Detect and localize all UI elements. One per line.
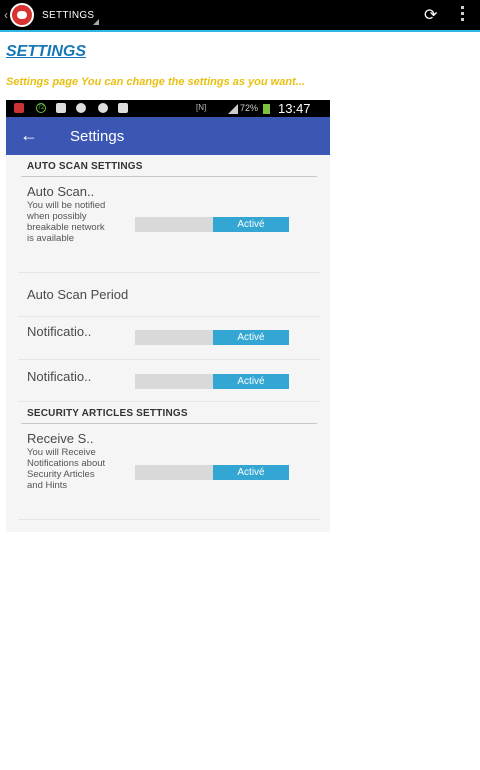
toggle-on-label: Activé (213, 374, 289, 389)
section-header-security-articles: SECURITY ARTICLES SETTINGS (27, 408, 188, 419)
row-divider (18, 401, 320, 402)
app-logo-icon[interactable] (10, 3, 34, 27)
row-divider (18, 272, 320, 273)
counter-icon: 72 (36, 103, 46, 113)
spinner-corner-icon (93, 19, 99, 25)
auto-scan-toggle[interactable]: Activé (135, 217, 289, 232)
battery-percent: 72% (240, 103, 259, 113)
toggle-on-label: Activé (213, 330, 289, 345)
row-divider (18, 359, 320, 360)
nfc-icon: [N] (196, 103, 207, 112)
action-bar: ‹ SETTINGS ⟳ (0, 0, 480, 30)
app-notification-icon (14, 103, 24, 113)
toggle-track-off (135, 330, 213, 345)
notification-toggle-2[interactable]: Activé (135, 374, 289, 389)
toggle-track-off (135, 374, 213, 389)
settings-screenshot: 72 [N] 72% 13:47 ← Settings AUTO SCAN SE… (6, 100, 330, 532)
section-divider (21, 423, 317, 424)
back-arrow-icon[interactable]: ← (20, 125, 38, 146)
toggle-track-off (135, 217, 213, 232)
back-caret-icon[interactable]: ‹ (4, 8, 8, 22)
page-subtitle: Settings page You can change the setting… (6, 76, 305, 88)
pref-label: Notificatio.. (27, 369, 92, 384)
download-icon (118, 103, 128, 113)
row-divider (18, 316, 320, 317)
notification-toggle-1[interactable]: Activé (135, 330, 289, 345)
section-divider (21, 176, 317, 177)
signal-icon (228, 104, 238, 114)
row-divider (18, 519, 320, 520)
settings-toolbar: ← Settings (6, 117, 330, 155)
refresh-icon[interactable]: ⟳ (424, 5, 437, 25)
alert-icon (98, 103, 108, 113)
pref-label: Notificatio.. (27, 324, 92, 339)
action-bar-title: SETTINGS (42, 10, 95, 21)
section-header-auto-scan: AUTO SCAN SETTINGS (27, 161, 143, 172)
pref-summary: You will Receive Notifications about Sec… (27, 447, 106, 491)
pref-label: Auto Scan.. (27, 184, 95, 199)
toggle-track-off (135, 465, 213, 480)
action-bar-divider (0, 30, 480, 32)
pref-summary: You will be notified when possibly break… (27, 200, 106, 244)
phone-status-bar: 72 [N] 72% 13:47 (6, 100, 330, 117)
pref-auto-scan-period[interactable]: Auto Scan Period (27, 287, 128, 302)
pref-label: Receive S.. (27, 431, 94, 446)
overflow-menu-icon[interactable] (461, 6, 465, 24)
status-time: 13:47 (278, 101, 311, 116)
toggle-on-label: Activé (213, 465, 289, 480)
image-icon (56, 103, 66, 113)
battery-icon (263, 104, 270, 114)
toolbar-title: Settings (70, 128, 125, 145)
receive-security-toggle[interactable]: Activé (135, 465, 289, 480)
whatsapp-icon (76, 103, 86, 113)
page-title: SETTINGS (6, 43, 87, 60)
toggle-on-label: Activé (213, 217, 289, 232)
